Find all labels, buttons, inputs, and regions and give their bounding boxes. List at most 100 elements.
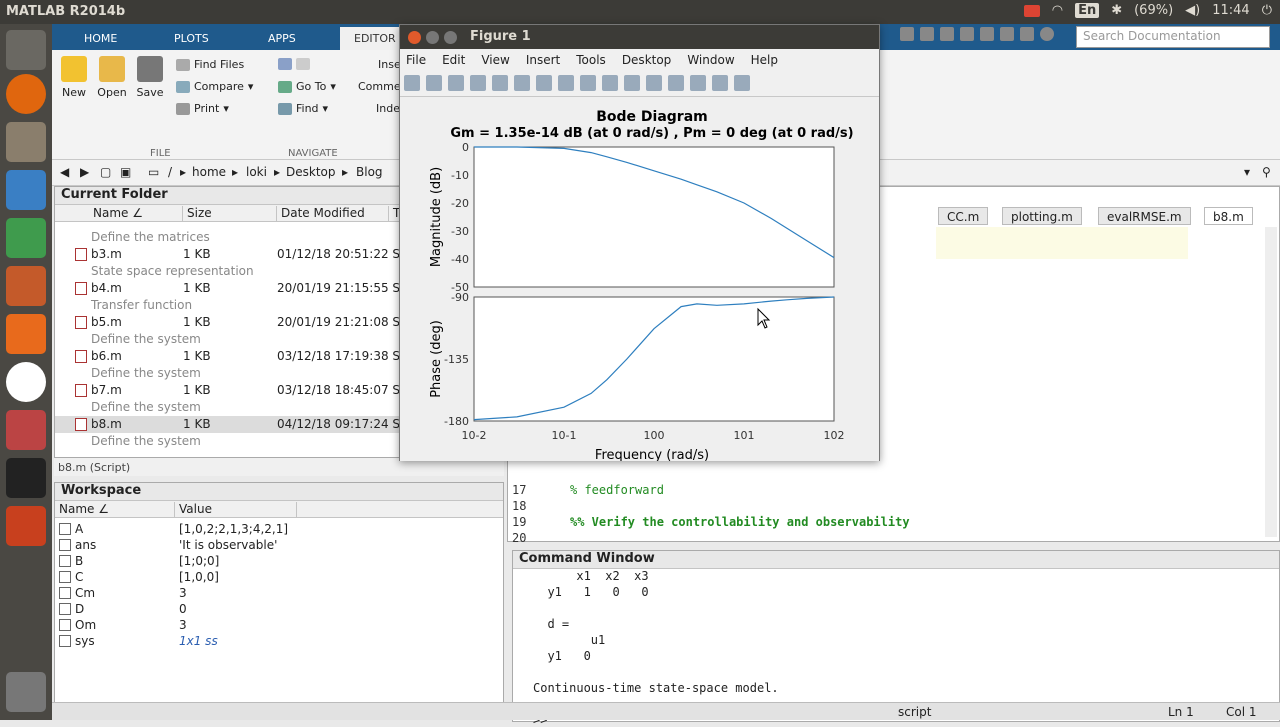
open-button[interactable]: Open	[92, 54, 132, 99]
writer-icon[interactable]	[6, 170, 46, 210]
legend-icon[interactable]	[690, 75, 706, 91]
print-button[interactable]: Print ▾	[176, 102, 229, 115]
clock[interactable]: 11:44	[1212, 3, 1249, 18]
cut-icon[interactable]	[920, 27, 934, 41]
editor-tab-cc[interactable]: CC.m	[938, 207, 989, 225]
settings-icon[interactable]	[6, 410, 46, 450]
workspace-row[interactable]: ans 'It is observable'	[55, 537, 503, 553]
new-button[interactable]: New	[54, 54, 94, 99]
colorbar-icon[interactable]	[668, 75, 684, 91]
battery-indicator[interactable]: (69%)	[1134, 3, 1173, 18]
save-button[interactable]: Save	[130, 54, 170, 99]
data-cursor-icon[interactable]	[602, 75, 618, 91]
menu-desktop[interactable]: Desktop	[622, 53, 672, 71]
breadcrumb-root[interactable]: /	[168, 165, 172, 179]
tab-plots[interactable]: PLOTS	[160, 27, 223, 50]
menu-edit[interactable]: Edit	[442, 53, 465, 71]
indent-button[interactable]: Inde	[376, 102, 400, 115]
address-dropdown-icon[interactable]: ▾	[1244, 165, 1250, 179]
editor-tab-b8[interactable]: b8.m	[1204, 207, 1253, 225]
find-button[interactable]: Find ▾	[278, 102, 328, 115]
undo-icon[interactable]	[980, 27, 994, 41]
power-icon[interactable]: ⏻	[1262, 3, 1272, 18]
bode-chart[interactable]: Bode DiagramGm = 1.35e-14 dB (at 0 rad/s…	[400, 97, 879, 463]
redo-icon[interactable]	[1000, 27, 1014, 41]
workspace-row[interactable]: A [1,0,2;2,1,3;4,2,1]	[55, 521, 503, 537]
print-figure-icon[interactable]	[470, 75, 486, 91]
volume-icon[interactable]: ◀)	[1185, 3, 1200, 18]
menu-file[interactable]: File	[406, 53, 426, 71]
trash-icon[interactable]	[6, 672, 46, 712]
maximize-icon[interactable]	[444, 31, 457, 44]
workspace-row[interactable]: B [1;0;0]	[55, 553, 503, 569]
workspace-row[interactable]: Cm 3	[55, 585, 503, 601]
address-search-icon[interactable]: ⚲	[1262, 165, 1271, 179]
help-icon[interactable]	[1040, 27, 1054, 41]
breadcrumb-blog[interactable]: Blog	[356, 165, 383, 179]
files-icon[interactable]	[6, 122, 46, 162]
menu-window[interactable]: Window	[687, 53, 734, 71]
workspace-row[interactable]: C [1,0,0]	[55, 569, 503, 585]
menu-view[interactable]: View	[481, 53, 509, 71]
editor-tab-evalrmse[interactable]: evalRMSE.m	[1098, 207, 1191, 225]
forward-icon[interactable]: ▶	[80, 165, 89, 179]
impress-icon[interactable]	[6, 266, 46, 306]
workspace-row[interactable]: D0	[55, 601, 503, 617]
pointer-icon[interactable]	[492, 75, 508, 91]
save-icon[interactable]	[900, 27, 914, 41]
new-figure-icon[interactable]	[404, 75, 420, 91]
goto-button[interactable]: Go To ▾	[278, 80, 336, 93]
back-icon[interactable]: ◀	[60, 165, 69, 179]
record-icon[interactable]	[1023, 4, 1040, 17]
dash-icon[interactable]	[6, 30, 46, 70]
workspace-row[interactable]: sys 1x1 ss	[55, 633, 503, 649]
tab-apps[interactable]: APPS	[254, 27, 310, 50]
col-size[interactable]: Size	[183, 206, 277, 221]
editor-scrollbar[interactable]	[1265, 227, 1277, 537]
ws-col-name[interactable]: Name ∠	[55, 502, 175, 517]
keyboard-layout[interactable]: En	[1075, 3, 1100, 18]
find-files-button[interactable]: Find Files	[176, 58, 244, 71]
rotate-icon[interactable]	[580, 75, 596, 91]
zoom-out-icon[interactable]	[536, 75, 552, 91]
browse-icon[interactable]: ▣	[120, 165, 131, 179]
paste-icon[interactable]	[960, 27, 974, 41]
breadcrumb-home[interactable]: home	[192, 165, 226, 179]
search-documentation-input[interactable]: Search Documentation	[1076, 26, 1270, 48]
minimize-icon[interactable]	[426, 31, 439, 44]
open-file-icon[interactable]	[426, 75, 442, 91]
up-folder-icon[interactable]: ▢	[100, 165, 111, 179]
amazon-icon[interactable]	[6, 362, 46, 402]
menu-insert[interactable]: Insert	[526, 53, 560, 71]
terminal-icon[interactable]	[6, 458, 46, 498]
switch-windows-icon[interactable]	[1020, 27, 1034, 41]
menu-tools[interactable]: Tools	[576, 53, 606, 71]
software-center-icon[interactable]	[6, 314, 46, 354]
breadcrumb-loki[interactable]: loki	[246, 165, 267, 179]
col-name[interactable]: Name ∠	[89, 206, 183, 221]
code-line[interactable]: %% Verify the controllability and observ…	[570, 515, 910, 529]
back-button[interactable]	[278, 58, 310, 70]
compare-button[interactable]: Compare ▾	[176, 80, 253, 93]
tab-home[interactable]: HOME	[70, 27, 131, 50]
menu-help[interactable]: Help	[751, 53, 778, 71]
wifi-icon[interactable]: ◠	[1052, 3, 1063, 18]
editor-tab-plotting[interactable]: plotting.m	[1002, 207, 1082, 225]
bluetooth-icon[interactable]: ✱	[1111, 3, 1122, 18]
show-tools-icon[interactable]	[734, 75, 750, 91]
copy-icon[interactable]	[940, 27, 954, 41]
close-icon[interactable]	[408, 31, 421, 44]
insert-button[interactable]: Inse	[378, 58, 401, 71]
firefox-icon[interactable]	[6, 74, 46, 114]
code-line[interactable]: % feedforward	[570, 483, 664, 497]
col-date-modified[interactable]: Date Modified	[277, 206, 389, 221]
brush-icon[interactable]	[624, 75, 640, 91]
hide-tools-icon[interactable]	[712, 75, 728, 91]
matlab-icon[interactable]	[6, 506, 46, 546]
link-icon[interactable]	[646, 75, 662, 91]
ws-col-value[interactable]: Value	[175, 502, 297, 517]
save-figure-icon[interactable]	[448, 75, 464, 91]
comment-button[interactable]: Comme	[358, 80, 401, 93]
workspace-row[interactable]: Om 3	[55, 617, 503, 633]
breadcrumb-desktop[interactable]: Desktop	[286, 165, 336, 179]
